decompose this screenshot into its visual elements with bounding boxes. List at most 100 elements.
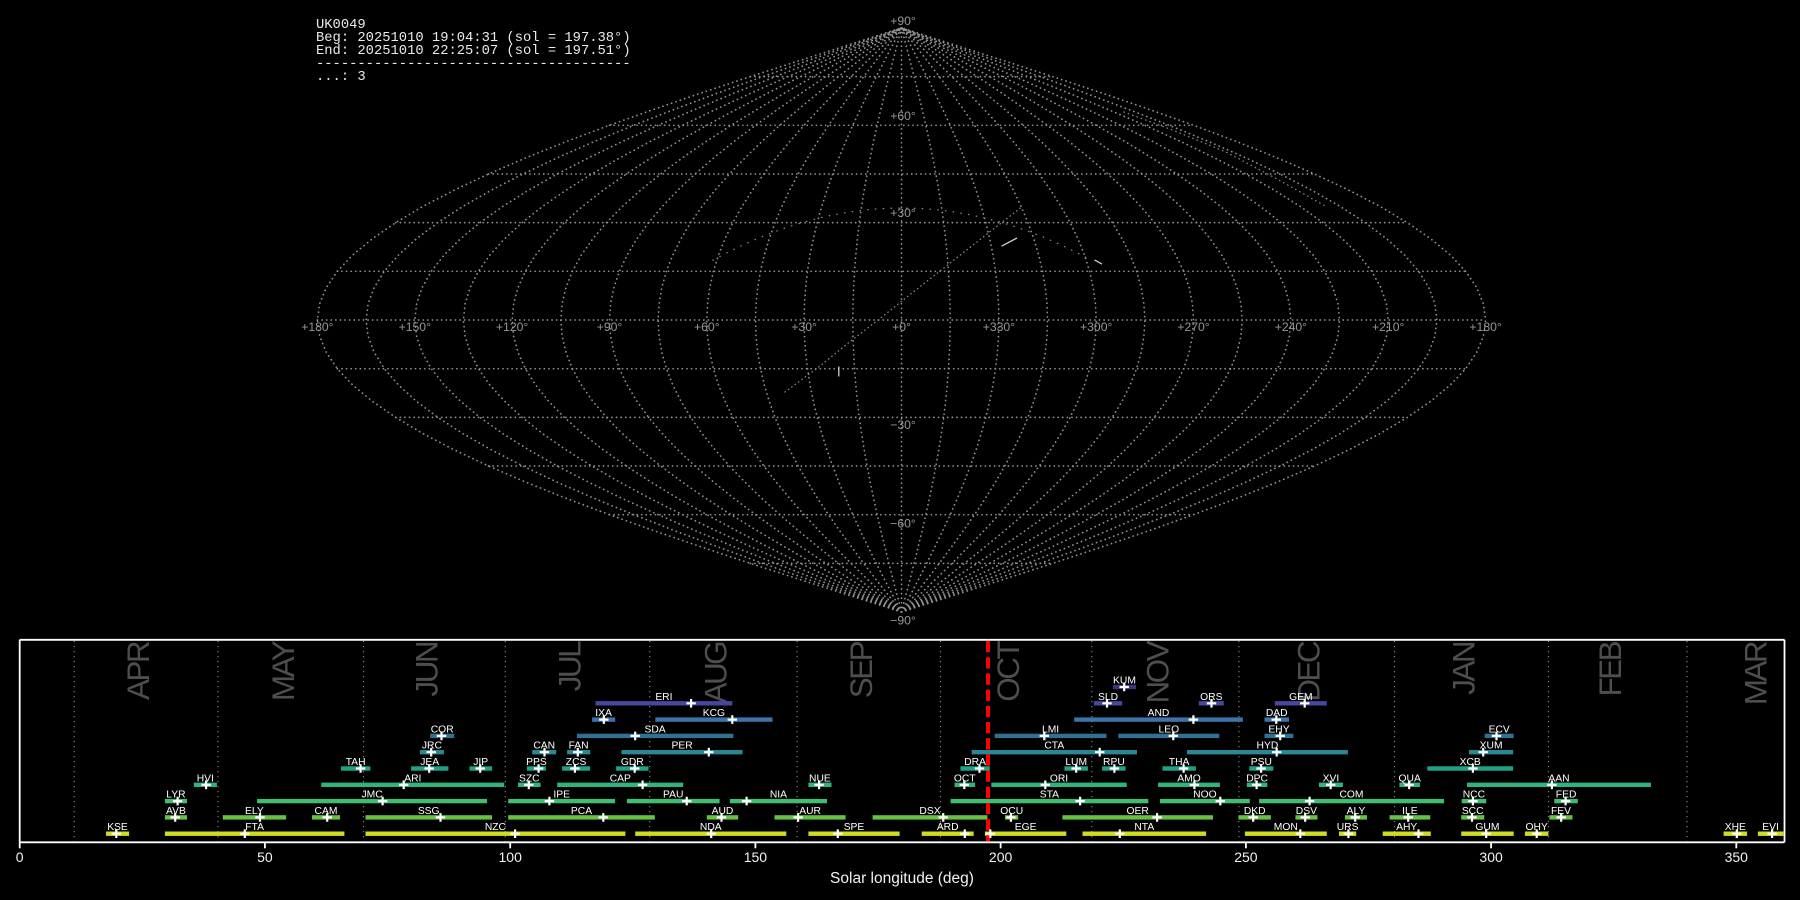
- svg-text:−60°: −60°: [890, 517, 916, 531]
- svg-text:URS: URS: [1337, 822, 1359, 833]
- svg-text:+150°: +150°: [399, 320, 431, 334]
- svg-text:SSG: SSG: [418, 806, 440, 817]
- svg-text:DSX: DSX: [919, 806, 940, 817]
- svg-text:Solar longitude (deg): Solar longitude (deg): [830, 870, 974, 887]
- svg-text:CAM: CAM: [315, 806, 338, 817]
- svg-text:AVB: AVB: [166, 806, 186, 817]
- svg-text:ELY: ELY: [245, 806, 264, 817]
- svg-text:GDR: GDR: [621, 757, 644, 768]
- svg-text:OCU: OCU: [1000, 806, 1023, 817]
- svg-text:MON: MON: [1274, 822, 1298, 833]
- svg-text:JAN: JAN: [1446, 642, 1482, 695]
- svg-text:+210°: +210°: [1372, 320, 1404, 334]
- svg-text:SEP: SEP: [843, 641, 879, 698]
- svg-text:50: 50: [257, 849, 273, 865]
- svg-text:TAH: TAH: [346, 757, 366, 768]
- svg-text:QUA: QUA: [1399, 773, 1421, 784]
- svg-text:KCG: KCG: [703, 708, 725, 719]
- svg-text:ZCS: ZCS: [566, 757, 587, 768]
- svg-text:AMO: AMO: [1177, 773, 1200, 784]
- svg-text:FEV: FEV: [1551, 806, 1571, 817]
- svg-text:OHY: OHY: [1526, 822, 1548, 833]
- svg-text:HYD: HYD: [1257, 741, 1279, 752]
- svg-text:AUG: AUG: [697, 642, 733, 704]
- svg-text:100: 100: [499, 849, 523, 865]
- svg-text:NTA: NTA: [1134, 822, 1154, 833]
- svg-text:ALY: ALY: [1347, 806, 1366, 817]
- svg-text:DAD: DAD: [1266, 708, 1288, 719]
- svg-text:XVI: XVI: [1323, 773, 1340, 784]
- svg-text:NOO: NOO: [1193, 790, 1216, 801]
- svg-text:COM: COM: [1339, 790, 1363, 801]
- svg-text:LUM: LUM: [1065, 757, 1087, 768]
- svg-text:GUM: GUM: [1475, 822, 1499, 833]
- svg-text:+240°: +240°: [1275, 320, 1307, 334]
- svg-text:ECV: ECV: [1489, 724, 1510, 735]
- svg-text:GEM: GEM: [1289, 692, 1312, 703]
- svg-text:PPS: PPS: [526, 757, 547, 768]
- svg-text:SDA: SDA: [645, 724, 666, 735]
- svg-text:STA: STA: [1040, 790, 1059, 801]
- svg-text:DSV: DSV: [1296, 806, 1317, 817]
- svg-text:SLD: SLD: [1098, 692, 1118, 703]
- svg-text:FEB: FEB: [1592, 641, 1628, 696]
- svg-text:JUL: JUL: [552, 641, 588, 691]
- svg-text:0: 0: [16, 849, 24, 865]
- svg-text:HVI: HVI: [197, 773, 214, 784]
- svg-text:APR: APR: [120, 641, 156, 700]
- svg-text:NZC: NZC: [485, 822, 507, 833]
- svg-text:AUR: AUR: [799, 806, 821, 817]
- svg-text:LMI: LMI: [1042, 724, 1059, 735]
- svg-text:ILE: ILE: [1402, 806, 1418, 817]
- svg-text:PSU: PSU: [1251, 757, 1272, 768]
- svg-text:EGE: EGE: [1015, 822, 1037, 833]
- svg-text:200: 200: [989, 849, 1013, 865]
- svg-text:MAY: MAY: [265, 640, 301, 701]
- svg-text:JIP: JIP: [473, 757, 488, 768]
- svg-text:SPE: SPE: [844, 822, 865, 833]
- svg-text:300: 300: [1479, 849, 1503, 865]
- svg-text:XHE: XHE: [1725, 822, 1746, 833]
- svg-text:CTA: CTA: [1044, 741, 1064, 752]
- svg-text:350: 350: [1725, 849, 1749, 865]
- svg-text:THA: THA: [1169, 757, 1190, 768]
- svg-text:+330°: +330°: [983, 320, 1015, 334]
- svg-text:+270°: +270°: [1177, 320, 1209, 334]
- svg-text:XCB: XCB: [1460, 757, 1481, 768]
- svg-text:ARI: ARI: [404, 773, 421, 784]
- svg-text:DKD: DKD: [1244, 806, 1266, 817]
- svg-text:KSE: KSE: [107, 822, 128, 833]
- svg-text:−30°: −30°: [890, 418, 916, 432]
- svg-text:DPC: DPC: [1246, 773, 1268, 784]
- svg-text:PER: PER: [672, 741, 693, 752]
- svg-text:JEA: JEA: [420, 757, 439, 768]
- svg-text:+30°: +30°: [791, 320, 817, 334]
- svg-text:OER: OER: [1127, 806, 1149, 817]
- svg-text:ERI: ERI: [655, 692, 672, 703]
- svg-text:MAR: MAR: [1738, 641, 1774, 705]
- svg-text:ARD: ARD: [937, 822, 959, 833]
- svg-text:NIA: NIA: [770, 790, 787, 801]
- svg-text:LYR: LYR: [166, 790, 185, 801]
- svg-text:JUN: JUN: [408, 642, 444, 696]
- svg-text:KUM: KUM: [1113, 676, 1136, 687]
- svg-text:OCT: OCT: [954, 773, 976, 784]
- svg-text:RPU: RPU: [1103, 757, 1125, 768]
- svg-text:ORS: ORS: [1200, 692, 1222, 703]
- svg-text:ORI: ORI: [1050, 773, 1068, 784]
- svg-text:FTA: FTA: [245, 822, 264, 833]
- svg-text:NDA: NDA: [700, 822, 722, 833]
- svg-text:LEO: LEO: [1158, 724, 1179, 735]
- svg-text:+180°: +180°: [301, 320, 333, 334]
- svg-text:SCC: SCC: [1462, 806, 1484, 817]
- svg-text:250: 250: [1234, 849, 1258, 865]
- svg-text:+120°: +120°: [496, 320, 528, 334]
- svg-text:+180°: +180°: [1469, 320, 1501, 334]
- svg-text:AUD: AUD: [712, 806, 734, 817]
- svg-text:JRC: JRC: [422, 741, 443, 752]
- svg-text:+300°: +300°: [1080, 320, 1112, 334]
- svg-text:PAU: PAU: [663, 790, 683, 801]
- svg-text:EHY: EHY: [1268, 724, 1289, 735]
- svg-text:+60°: +60°: [890, 109, 916, 123]
- svg-text:+30°: +30°: [890, 206, 916, 220]
